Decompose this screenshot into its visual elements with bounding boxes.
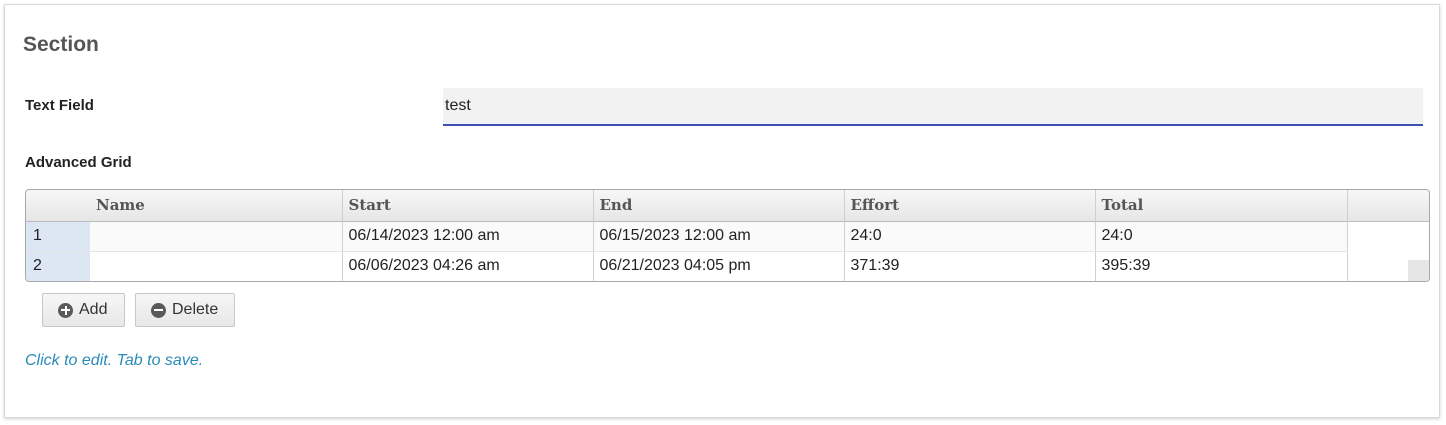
text-field-input[interactable] [443,88,1423,126]
column-header-start[interactable]: Start [341,190,593,222]
cell-total[interactable]: 395:39 [1094,251,1347,281]
add-button[interactable]: Add [42,293,125,327]
header-filler [1346,190,1429,222]
cell-total[interactable]: 24:0 [1094,221,1347,252]
cell-end[interactable]: 06/21/2023 04:05 pm [592,251,844,281]
grid-header-row: Name Start End Effort Total [26,190,1429,222]
text-field-label: Text Field [25,97,94,114]
advanced-grid: Name Start End Effort Total 1 06/14/2023… [25,189,1430,282]
column-header-end[interactable]: End [592,190,844,222]
column-header-name[interactable]: Name [90,190,342,222]
column-header-total[interactable]: Total [1094,190,1347,222]
form-panel: Section Text Field Advanced Grid Name St… [4,4,1440,418]
scrollbar-corner [1408,260,1429,281]
advanced-grid-label: Advanced Grid [25,154,132,171]
cell-effort[interactable]: 371:39 [843,251,1095,281]
cell-name[interactable] [90,251,342,281]
column-header-effort[interactable]: Effort [843,190,1095,222]
table-row[interactable]: 1 06/14/2023 12:00 am 06/15/2023 12:00 a… [26,221,1429,252]
add-button-label: Add [79,301,108,318]
cell-start[interactable]: 06/14/2023 12:00 am [341,221,593,252]
row-filler [1346,221,1429,251]
minus-circle-icon [151,302,166,318]
row-number[interactable]: 2 [26,251,90,281]
delete-button-label: Delete [172,301,219,318]
section-title: Section [23,33,99,56]
plus-circle-icon [58,302,73,318]
cell-start[interactable]: 06/06/2023 04:26 am [341,251,593,281]
row-number[interactable]: 1 [26,221,90,252]
rownum-header [26,190,90,222]
cell-end[interactable]: 06/15/2023 12:00 am [592,221,844,252]
table-row[interactable]: 2 06/06/2023 04:26 am 06/21/2023 04:05 p… [26,251,1429,281]
cell-effort[interactable]: 24:0 [843,221,1095,252]
edit-hint: Click to edit. Tab to save. [25,352,204,369]
delete-button[interactable]: Delete [135,293,235,327]
cell-name[interactable] [90,221,342,252]
